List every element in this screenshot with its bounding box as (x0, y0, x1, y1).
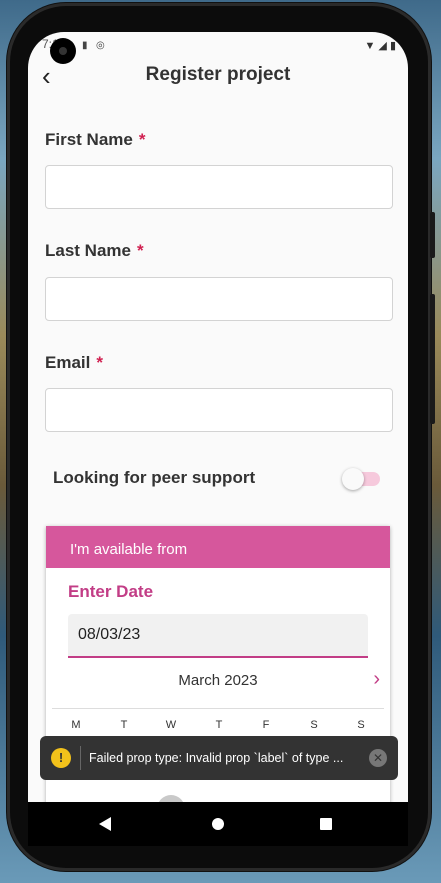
page-title: Register project (145, 64, 291, 85)
nav-back-icon[interactable] (99, 817, 111, 831)
system-nav-bar (28, 802, 408, 846)
weekday-label: T (215, 719, 223, 731)
first-name-field[interactable] (45, 165, 393, 209)
peer-support-label: Looking for peer support (53, 468, 256, 487)
volume-button (430, 212, 435, 258)
toggle-knob[interactable] (342, 468, 364, 490)
date-input-value: 08/03/23 (78, 626, 141, 643)
peer-support-toggle[interactable] (342, 468, 380, 490)
status-bar: 7:15 ▮ ◎ ▼ ◢ ▮ (28, 32, 408, 64)
signal-icon: ◢ (378, 40, 387, 52)
sync-icon: ◎ (96, 40, 105, 51)
battery-icon: ▮ (389, 40, 396, 52)
power-button (430, 294, 435, 424)
required-asterisk: * (96, 353, 103, 372)
last-name-label-text: Last Name (45, 241, 131, 260)
first-name-label: First Name * (45, 130, 146, 150)
weekday-label: W (165, 719, 177, 731)
nav-recents-icon[interactable] (320, 818, 332, 830)
weekday-label: S (357, 719, 365, 731)
toast-message: Failed prop type: Invalid prop `label` o… (89, 751, 344, 765)
date-input[interactable]: 08/03/23 (68, 614, 368, 658)
last-name-field[interactable] (45, 277, 393, 321)
phone-frame: 7:15 ▮ ◎ ▼ ◢ ▮ ‹ Register project First … (10, 6, 435, 868)
email-label: Email * (45, 353, 103, 373)
divider (52, 708, 384, 709)
warning-toast[interactable]: ! Failed prop type: Invalid prop `label`… (40, 736, 398, 780)
weekday-label: S (310, 719, 318, 731)
sd-card-icon: ▮ (82, 40, 88, 51)
email-field[interactable] (45, 388, 393, 432)
app-screen: 7:15 ▮ ◎ ▼ ◢ ▮ ‹ Register project First … (28, 32, 408, 808)
app-header: ‹ Register project (28, 60, 408, 94)
enter-date-label: Enter Date (68, 582, 154, 601)
weekday-label: T (120, 719, 128, 731)
month-label: March 2023 (178, 672, 258, 689)
warning-icon: ! (51, 748, 71, 768)
email-label-text: Email (45, 353, 91, 372)
first-name-label-text: First Name (45, 130, 133, 149)
close-icon[interactable]: ✕ (369, 749, 387, 767)
last-name-label: Last Name * (45, 241, 144, 261)
toast-divider (80, 746, 81, 770)
required-asterisk: * (138, 130, 146, 149)
date-picker-header: I'm available from (46, 526, 390, 568)
chevron-right-icon[interactable]: › (373, 668, 380, 691)
weekday-label: M (71, 719, 81, 731)
required-asterisk: * (136, 241, 144, 260)
nav-home-icon[interactable] (212, 818, 224, 830)
wifi-icon: ▼ (364, 40, 376, 52)
weekday-label: F (262, 719, 270, 731)
status-right-icons: ▼ ◢ ▮ (364, 39, 396, 52)
